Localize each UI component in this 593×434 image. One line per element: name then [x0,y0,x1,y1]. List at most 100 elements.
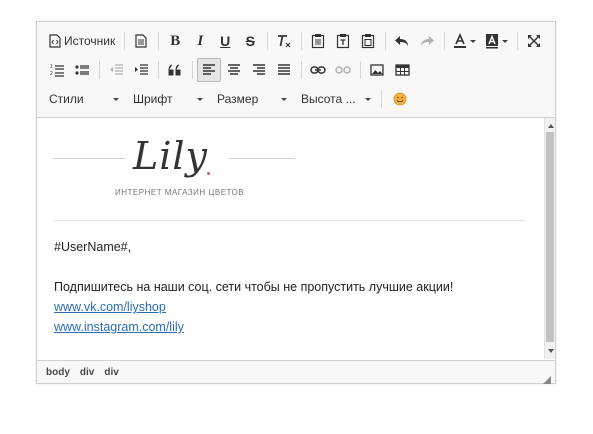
chevron-down-icon [197,97,203,101]
styles-dropdown[interactable]: Стили [45,87,123,111]
font-dropdown-label: Шрифт [133,92,173,106]
toolbar-row-2: 12 [45,57,415,83]
text-color-button[interactable] [449,29,480,53]
clipboard-icon [311,33,325,49]
align-center-button[interactable] [222,58,246,82]
justify-button[interactable] [272,58,296,82]
unlink-button[interactable] [331,58,355,82]
insert-table-button[interactable] [390,58,414,82]
table-icon [394,64,410,76]
text-color-icon [453,33,467,49]
chevron-down-icon [502,39,509,43]
background-color-button[interactable] [481,29,512,53]
align-right-icon [252,64,266,76]
outdent-icon [109,63,123,77]
background-color-icon [485,33,499,49]
rich-text-editor: Источник B I U S 1 2 Стили Шрифт Размер … [36,21,556,384]
editor-content-area[interactable]: Lily ИНТЕРНЕТ МАГАЗИН ЦВЕТОВ #UserName#,… [37,118,544,359]
decrease-indent-button[interactable] [104,58,128,82]
scroll-up-arrow-icon[interactable] [548,124,554,128]
bold-button[interactable]: B [163,29,187,53]
resize-handle-icon[interactable] [543,371,551,384]
chevron-down-icon [470,39,477,43]
path-item-div[interactable]: div [104,367,118,378]
bulleted-list-button[interactable] [70,58,94,82]
remove-format-icon [276,33,292,49]
element-path-bar: body div div [37,360,555,384]
underline-button[interactable]: U [213,29,237,53]
new-page-button[interactable] [129,29,153,53]
toolbar-row-3: Стили Шрифт Размер Высота ... [45,86,413,112]
logo-divider-left [53,158,125,159]
email-body: #UserName#, Подпишитесь на наши соц. сет… [54,237,453,337]
insert-image-button[interactable] [365,58,389,82]
undo-button[interactable] [390,29,414,53]
toolbar-separator [158,61,159,79]
logo-divider-right [229,158,295,159]
toolbar-separator [124,32,126,50]
logo-dot [207,172,210,175]
scroll-down-arrow-icon[interactable] [548,349,554,353]
italic-button[interactable]: I [188,29,212,53]
align-left-button[interactable] [197,58,221,82]
paste-text-button[interactable] [331,29,355,53]
size-dropdown-label: Размер [217,92,259,106]
link-icon [310,64,326,76]
numbered-list-icon: 12 [50,63,64,77]
paste-button[interactable] [306,29,330,53]
content-divider [53,220,525,221]
line-height-dropdown[interactable]: Высота ... [297,87,375,111]
emoji-button[interactable] [388,87,412,111]
source-button[interactable]: Источник [45,29,119,53]
strikethrough-button[interactable]: S [238,29,262,53]
clipboard-text-icon [336,33,350,49]
toolbar-separator [301,61,302,79]
increase-indent-button[interactable] [129,58,153,82]
align-right-button[interactable] [247,58,271,82]
redo-button[interactable] [415,29,439,53]
path-item-body[interactable]: body [46,367,70,378]
remove-format-button[interactable] [272,29,296,53]
scrollbar-thumb[interactable] [546,132,554,342]
toolbar-separator [381,90,382,108]
instagram-link[interactable]: www.instagram.com/lily [54,320,184,334]
indent-icon [134,63,148,77]
toolbar-separator [192,61,193,79]
vertical-scrollbar[interactable] [544,118,555,359]
styles-dropdown-label: Стили [49,92,84,106]
smiley-icon [393,92,407,106]
insert-link-button[interactable] [306,58,330,82]
font-dropdown[interactable]: Шрифт [129,87,207,111]
unlink-icon [335,64,351,76]
chevron-down-icon [365,97,371,101]
toolbar-separator [99,61,100,79]
toolbar-separator [301,32,303,50]
redo-icon [419,34,435,48]
bulleted-list-icon [75,63,89,77]
size-dropdown[interactable]: Размер [213,87,291,111]
justify-icon [277,64,291,76]
line-height-dropdown-label: Высота ... [301,92,356,106]
paste-word-button[interactable] [356,29,380,53]
source-button-label: Источник [64,34,116,48]
numbered-list-button[interactable]: 12 [45,58,69,82]
path-item-div[interactable]: div [80,367,94,378]
image-icon [370,64,384,76]
maximize-button[interactable] [522,29,546,53]
logo-script-text: Lily [133,134,209,178]
align-left-icon [202,64,216,76]
quote-icon [168,64,182,76]
toolbar-separator [444,32,446,50]
maximize-icon [527,34,541,48]
vk-link[interactable]: www.vk.com/liyshop [54,300,166,314]
toolbar-separator [267,32,269,50]
document-icon [135,34,147,48]
blockquote-button[interactable] [163,58,187,82]
toolbar-separator [158,32,160,50]
logo-subtitle: ИНТЕРНЕТ МАГАЗИН ЦВЕТОВ [115,188,245,197]
svg-text:1: 1 [50,64,53,70]
svg-text:2: 2 [50,71,53,77]
align-center-icon [227,64,241,76]
toolbar-separator [360,61,361,79]
